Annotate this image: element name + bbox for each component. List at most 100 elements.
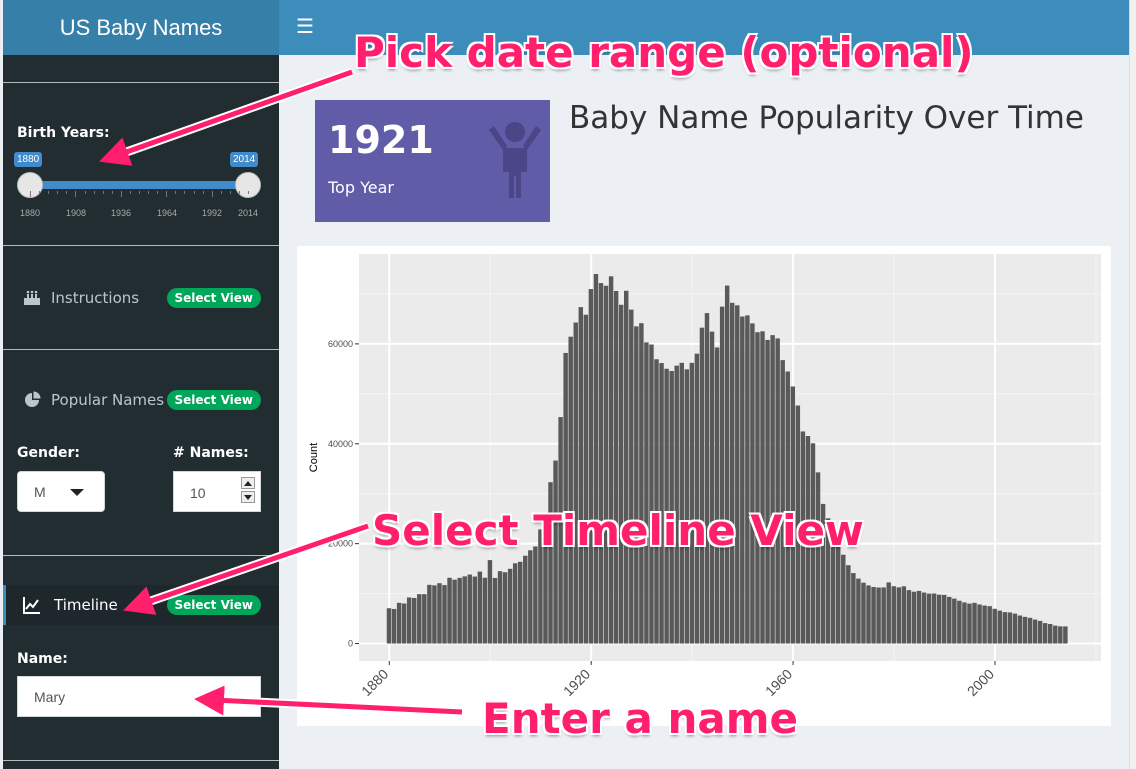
bar	[977, 604, 982, 644]
x-tick-label: 1880	[358, 666, 391, 699]
sidebar-item-label: Instructions	[51, 289, 140, 307]
bar	[391, 608, 397, 644]
bar	[750, 323, 755, 644]
bar	[886, 582, 891, 644]
bar	[846, 565, 851, 644]
bar	[881, 587, 886, 644]
divider	[3, 82, 279, 83]
bar	[735, 305, 740, 644]
slider-tick	[238, 191, 240, 194]
y-tick-label: 60000	[328, 339, 353, 349]
slider-tick	[139, 191, 140, 194]
sidebar-item-popular-names[interactable]: Popular Names Select View	[3, 380, 279, 420]
bar	[401, 603, 407, 644]
bar	[871, 586, 876, 644]
bar	[861, 582, 866, 644]
select-view-badge[interactable]: Select View	[166, 390, 261, 410]
slider-tick	[75, 191, 77, 197]
bar	[901, 586, 907, 644]
slider-to-value: 2014	[230, 152, 259, 167]
bar	[1037, 620, 1043, 644]
gender-select-value: M	[34, 484, 46, 500]
bar	[497, 571, 503, 644]
gender-select[interactable]: M	[17, 471, 105, 512]
bar	[624, 290, 629, 644]
annotation-date-range: Pick date range (optional)	[354, 28, 974, 77]
bar	[1058, 626, 1063, 644]
bar	[578, 307, 584, 644]
slider-tick	[202, 191, 204, 194]
sidebar-item-timeline[interactable]: Timeline Select View	[3, 585, 279, 625]
bar	[412, 597, 417, 644]
birthday-cake-icon	[23, 289, 41, 307]
pie-chart-icon	[23, 391, 41, 409]
slider-tick	[129, 191, 131, 194]
bar	[730, 302, 735, 644]
bar	[967, 603, 972, 644]
top-year-subtitle: Top Year	[328, 178, 394, 197]
bar	[926, 593, 932, 644]
name-input[interactable]: Mary	[17, 676, 261, 717]
bar	[745, 315, 750, 644]
bar	[644, 342, 649, 644]
caret-down-icon	[70, 489, 84, 496]
bar	[1063, 626, 1068, 644]
bar	[780, 360, 785, 644]
bar	[997, 610, 1002, 644]
timeline-plot: 0 20000 40000 60000 1880 1920 1960 2000 Count	[297, 246, 1111, 726]
stepper-down-button[interactable]	[241, 491, 255, 503]
vertical-scrollbar[interactable]	[1129, 0, 1136, 769]
bar	[1007, 612, 1013, 644]
bar	[512, 563, 518, 644]
bar	[457, 577, 462, 644]
slider-tick	[48, 191, 50, 194]
bar	[1042, 623, 1048, 644]
bar	[573, 322, 578, 644]
sidebar-item-instructions[interactable]: Instructions Select View	[3, 278, 279, 318]
bar	[689, 362, 695, 644]
bar	[452, 579, 457, 644]
bar	[467, 574, 472, 644]
num-names-input[interactable]: 10	[173, 471, 261, 512]
y-tick-label: 0	[348, 639, 353, 649]
birth-years-slider-track[interactable]	[30, 181, 248, 189]
num-names-value: 10	[190, 485, 206, 501]
app-logo-title[interactable]: US Baby Names	[3, 0, 279, 55]
slider-tick	[102, 191, 104, 194]
bar	[921, 592, 927, 644]
bar	[755, 332, 760, 644]
birth-years-label: Birth Years:	[17, 125, 110, 141]
slider-tick	[57, 191, 59, 194]
bar	[447, 577, 452, 644]
divider	[3, 760, 279, 761]
bar	[482, 577, 488, 644]
bar	[694, 353, 700, 644]
select-view-badge[interactable]: Select View	[166, 595, 261, 615]
slider-tick-label: 2014	[237, 208, 259, 218]
bar	[659, 363, 664, 644]
x-tick-label: 2000	[964, 666, 997, 699]
hamburger-icon[interactable]: ☰	[296, 17, 314, 37]
select-view-badge[interactable]: Select View	[166, 288, 261, 308]
bar	[876, 587, 881, 644]
bar	[608, 276, 614, 644]
bar	[916, 590, 922, 644]
bar	[724, 285, 730, 644]
slider-tick	[193, 191, 195, 194]
bar	[836, 543, 841, 644]
stepper-up-button[interactable]	[241, 477, 255, 489]
bar	[770, 335, 775, 644]
bar	[982, 605, 987, 644]
slider-tick	[120, 191, 122, 197]
divider	[3, 349, 279, 350]
name-label: Name:	[17, 651, 68, 667]
slider-tick-label: 1964	[156, 208, 178, 218]
bar	[942, 594, 947, 644]
bar	[957, 600, 962, 644]
bar	[709, 331, 715, 644]
slider-tick	[148, 191, 150, 194]
bar	[472, 576, 478, 644]
slider-tick	[93, 191, 95, 194]
bar	[583, 314, 589, 644]
annotation-name: Enter a name	[482, 694, 798, 743]
